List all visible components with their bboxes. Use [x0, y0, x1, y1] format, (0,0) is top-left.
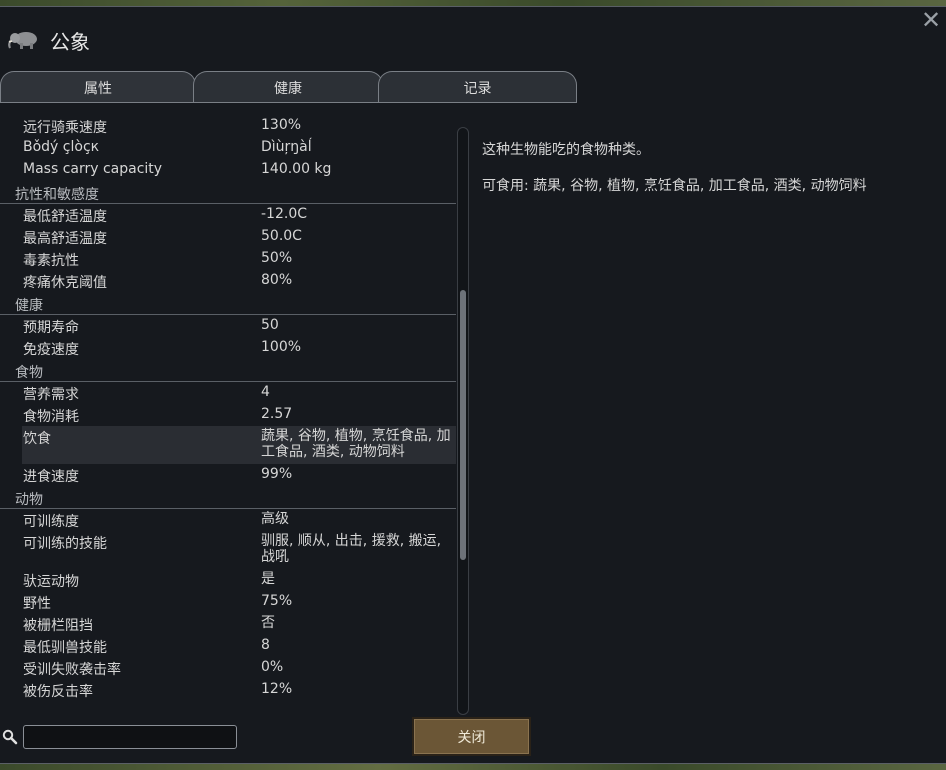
stat-value: 99% [261, 466, 293, 482]
stat-row[interactable]: 最低舒适温度 -12.0C [0, 204, 456, 226]
section-header-health: 健康 [0, 292, 456, 315]
stat-value: 驯服, 顺从, 出击, 援救, 搬运, 战吼 [261, 533, 442, 565]
stat-label: 野性 [23, 596, 51, 612]
stat-value: 80% [261, 272, 293, 288]
info-window: ✕ 公象 属性 健康 记录 远行骑乘速度 130% Bǒdý çlòçк Dìù… [0, 6, 946, 764]
scrollbar-thumb[interactable] [460, 290, 466, 560]
stat-row[interactable]: 被伤反击率 12% [0, 679, 456, 701]
stat-value: 130% [261, 117, 302, 133]
close-window-icon[interactable]: ✕ [920, 8, 942, 32]
stat-label: 最低舒适温度 [23, 209, 107, 225]
stat-label: Mass carry capacity [23, 161, 163, 177]
stat-row[interactable]: Bǒdý çlòçк Dìùŗŋàĺ [0, 137, 456, 159]
stat-value: 是 [261, 571, 275, 587]
stat-row[interactable]: 受训失败袭击率 0% [0, 657, 456, 679]
stat-value: 高级 [261, 511, 289, 527]
stats-scrollbar[interactable] [457, 127, 469, 715]
stat-value: 蔬果, 谷物, 植物, 烹饪食品, 加工食品, 酒类, 动物饲料 [261, 428, 451, 460]
stat-label: 食物消耗 [23, 409, 79, 425]
stat-row-diet-selected[interactable]: 饮食 蔬果, 谷物, 植物, 烹饪食品, 加工食品, 酒类, 动物饲料 [22, 426, 456, 464]
stat-row[interactable]: 免疫速度 100% [0, 337, 456, 359]
tab-health[interactable]: 健康 [193, 71, 383, 103]
stat-label: 进食速度 [23, 469, 79, 485]
stat-label: 远行骑乘速度 [23, 120, 107, 136]
background-bottom-strip [0, 764, 946, 770]
stat-label: 可训练的技能 [23, 536, 107, 552]
stat-label: 驮运动物 [23, 574, 79, 590]
stat-label: 营养需求 [23, 387, 79, 403]
stat-value: 50% [261, 250, 293, 266]
tab-bar: 属性 健康 记录 [0, 71, 580, 103]
stat-row[interactable]: 驮运动物 是 [0, 569, 456, 591]
stat-label: 最低驯兽技能 [23, 640, 107, 656]
search-input[interactable] [23, 725, 237, 749]
stat-value: Dìùŗŋàĺ [261, 139, 312, 155]
description-edible: 可食用: 蔬果, 谷物, 植物, 烹饪食品, 加工食品, 酒类, 动物饲料 [482, 178, 867, 194]
stat-row[interactable]: 最高舒适温度 50.0C [0, 226, 456, 248]
stat-value: 100% [261, 339, 302, 355]
stat-value: 50 [261, 317, 279, 333]
stat-label: 疼痛休克阈值 [23, 275, 107, 291]
stat-row[interactable]: 疼痛休克阈值 80% [0, 270, 456, 292]
stat-row[interactable]: 进食速度 99% [0, 464, 456, 486]
stat-row[interactable]: 野性 75% [0, 591, 456, 613]
search-icon [2, 729, 18, 745]
stat-value: -12.0C [261, 206, 307, 222]
stats-list: 远行骑乘速度 130% Bǒdý çlòçк Dìùŗŋàĺ Mass carr… [0, 115, 456, 711]
stat-row[interactable]: 可训练度 高级 [0, 509, 456, 531]
section-header-resistances: 抗性和敏感度 [0, 181, 456, 204]
stat-row[interactable]: 食物消耗 2.57 [0, 404, 456, 426]
stat-value: 8 [261, 637, 270, 653]
stat-label: 预期寿命 [23, 320, 79, 336]
stat-value: 12% [261, 681, 293, 697]
stat-value: 4 [261, 384, 270, 400]
stat-row[interactable]: Mass carry capacity 140.00 kg [0, 159, 456, 181]
stat-row[interactable]: 可训练的技能 驯服, 顺从, 出击, 援救, 搬运, 战吼 [0, 531, 456, 569]
stat-label: 被栅栏阻挡 [23, 618, 93, 634]
window-title: 公象 [50, 29, 90, 54]
stat-label: 最高舒适温度 [23, 231, 107, 247]
title-row: 公象 [6, 25, 90, 55]
tab-stats[interactable]: 属性 [0, 71, 196, 103]
stat-row[interactable]: 营养需求 4 [0, 382, 456, 404]
stat-label: Bǒdý çlòçк [23, 139, 100, 155]
stat-label: 免疫速度 [23, 342, 79, 358]
close-button[interactable]: 关闭 [412, 717, 531, 756]
stat-row[interactable]: 预期寿命 50 [0, 315, 456, 337]
stat-row[interactable]: 被栅栏阻挡 否 [0, 613, 456, 635]
section-header-animal: 动物 [0, 486, 456, 509]
stat-value: 50.0C [261, 228, 302, 244]
section-header-food: 食物 [0, 359, 456, 382]
tab-log[interactable]: 记录 [378, 71, 577, 103]
stat-label: 饮食 [23, 431, 51, 447]
stat-label: 毒素抗性 [23, 253, 79, 269]
tab-underline [0, 102, 577, 103]
stat-label: 被伤反击率 [23, 684, 93, 700]
stat-value: 140.00 kg [261, 161, 332, 177]
stat-row[interactable]: 远行骑乘速度 130% [0, 115, 456, 137]
stat-value: 0% [261, 659, 284, 675]
description-panel: 这种生物能吃的食物种类。 可食用: 蔬果, 谷物, 植物, 烹饪食品, 加工食品… [482, 139, 922, 211]
description-text: 这种生物能吃的食物种类。 [482, 142, 650, 158]
elephant-icon [8, 32, 37, 49]
stat-row[interactable]: 最低驯兽技能 8 [0, 635, 456, 657]
stat-row[interactable]: 毒素抗性 50% [0, 248, 456, 270]
stat-label: 受训失败袭击率 [23, 662, 121, 678]
stat-value: 75% [261, 593, 293, 609]
stat-value: 否 [261, 615, 275, 631]
stat-value: 2.57 [261, 406, 293, 422]
stat-label: 可训练度 [23, 514, 79, 530]
